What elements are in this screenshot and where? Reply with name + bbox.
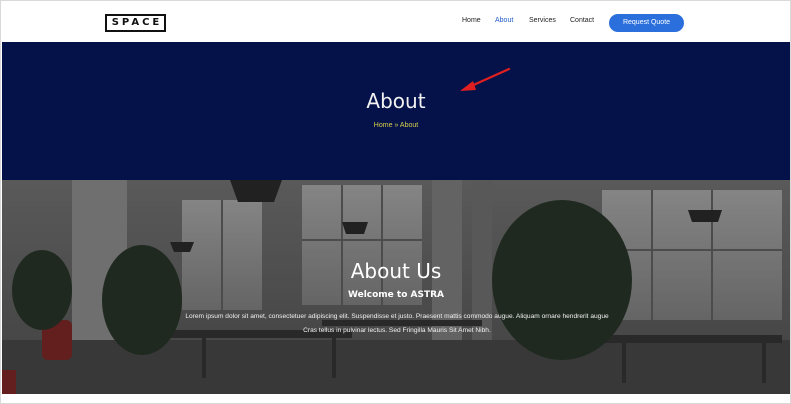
- breadcrumb-current: About: [399, 122, 419, 129]
- nav-link-services[interactable]: Services: [529, 17, 556, 24]
- request-quote-button[interactable]: Request Quote: [609, 14, 684, 32]
- about-heading: About Us: [350, 259, 442, 283]
- about-paragraph: Lorem ipsum dolor sit amet, consectetuer…: [185, 313, 609, 334]
- nav-link-contact[interactable]: Contact: [570, 17, 594, 24]
- about-subheading: Welcome to ASTRA: [347, 290, 445, 300]
- red-arrow-annotation-icon: [460, 67, 511, 91]
- nav-link-home[interactable]: Home: [462, 17, 481, 24]
- about-section: About Us Welcome to ASTRA Lorem ipsum do…: [2, 180, 790, 394]
- office-background-image: [2, 180, 790, 394]
- page-frame: SPACE Home About Services Contact Reques…: [0, 0, 791, 404]
- page-title: About: [366, 89, 426, 113]
- page-hero: About Home » About: [2, 42, 790, 180]
- breadcrumb-separator: »: [394, 122, 399, 129]
- site-header: SPACE Home About Services Contact Reques…: [2, 2, 790, 42]
- breadcrumb-home-link[interactable]: Home: [374, 122, 393, 129]
- breadcrumb: Home » About: [2, 122, 790, 129]
- nav-link-about[interactable]: About: [495, 17, 513, 24]
